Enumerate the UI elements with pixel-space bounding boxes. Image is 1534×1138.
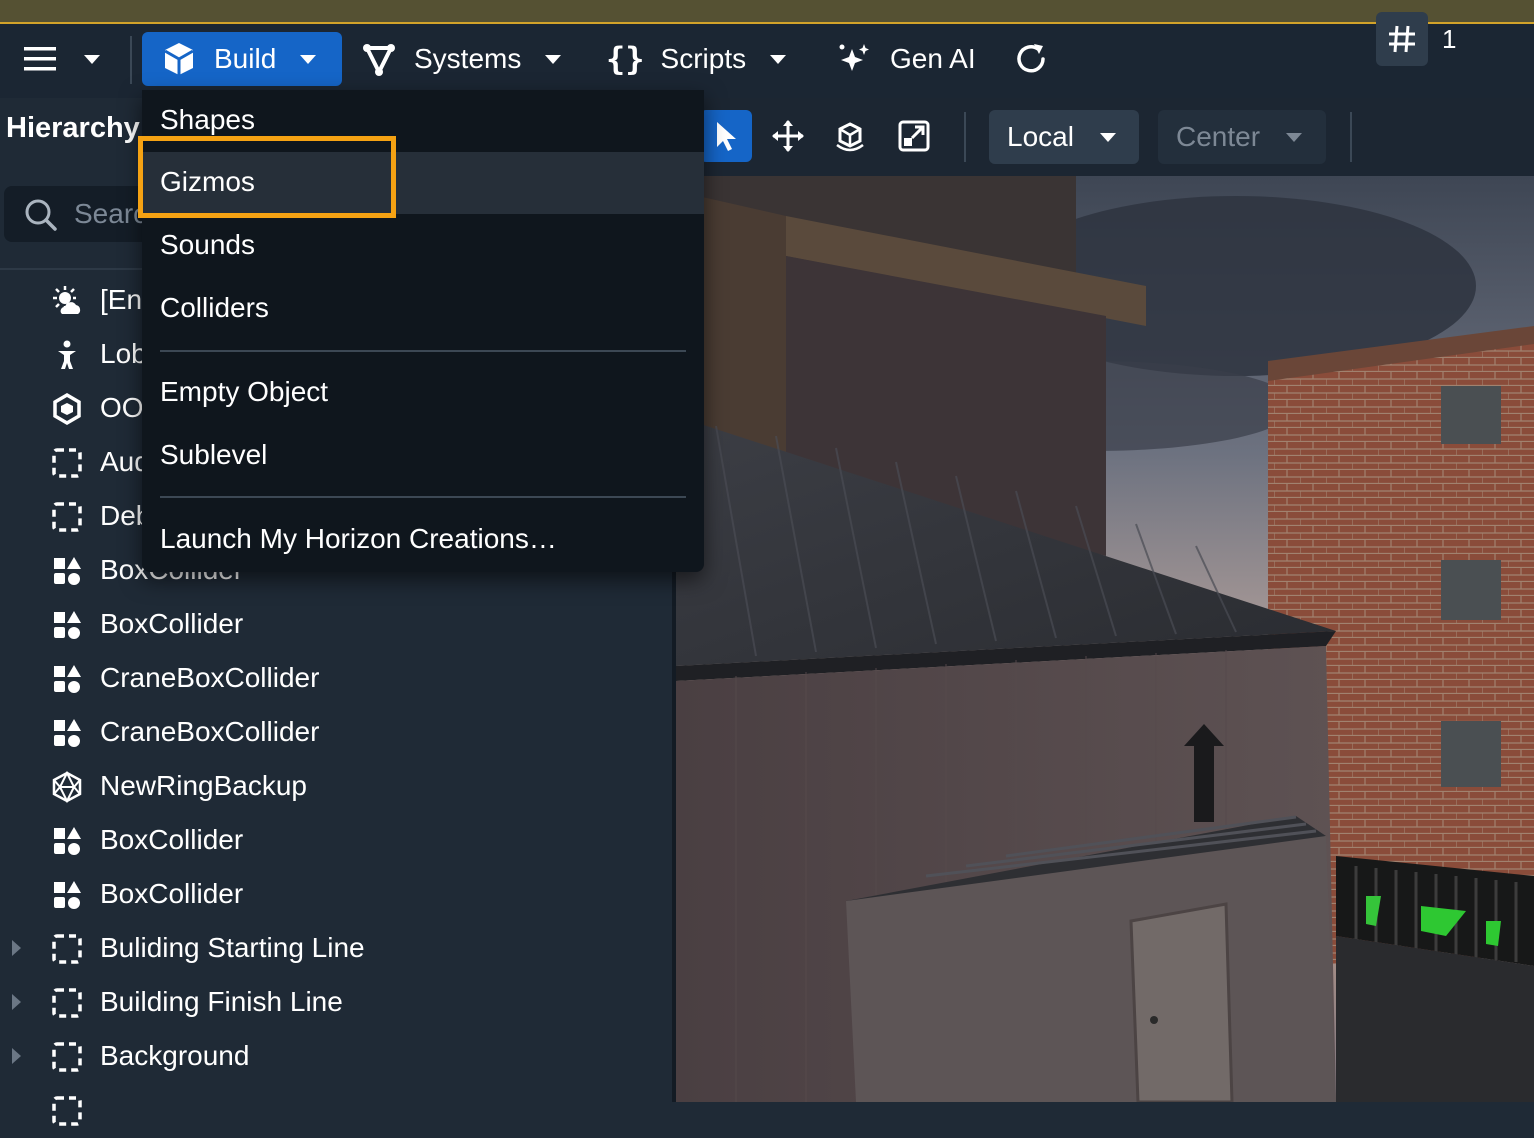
chevron-down-icon [1286, 132, 1303, 142]
menu-item-launch-creations[interactable]: Launch My Horizon Creations… [142, 509, 704, 571]
hierarchy-item[interactable]: BoxCollider [0, 868, 668, 922]
systems-menu-button[interactable]: Systems [362, 32, 562, 86]
menu-item-label: Shapes [160, 104, 255, 135]
hierarchy-item-label: Building Finish Line [100, 986, 343, 1017]
sun-cloud-icon [53, 286, 81, 314]
toolbar-separator [964, 112, 966, 162]
transform-space-dropdown[interactable]: Local [989, 110, 1139, 164]
shapes-icon [54, 881, 81, 909]
transform-space-value: Local [1007, 121, 1074, 152]
hierarchy-item[interactable]: Building Finish Line [0, 976, 668, 1030]
empty-object-icon [52, 502, 82, 532]
hierarchy-item[interactable]: BoxCollider [0, 814, 668, 868]
shapes-icon [54, 611, 81, 639]
cursor-arrow-icon [717, 122, 736, 151]
grid-snap-button[interactable] [1376, 12, 1428, 66]
systems-icon [363, 44, 395, 76]
empty-object-icon [52, 448, 82, 478]
menu-separator [160, 350, 686, 352]
grid-hash-icon [1389, 25, 1415, 53]
shapes-icon [54, 557, 81, 585]
sparkles-icon [839, 44, 869, 71]
pivot-value: Center [1176, 121, 1261, 152]
menubar-separator [130, 36, 132, 84]
hamburger-icon [24, 47, 56, 71]
empty-object-icon [52, 934, 82, 964]
hierarchy-item[interactable]: NewRingBackup [0, 760, 668, 814]
hierarchy-item-partial[interactable] [0, 1084, 668, 1138]
hex-gizmo-icon [53, 392, 81, 426]
rotate-tool-button[interactable] [824, 110, 876, 162]
grid-snap-value[interactable]: 1 [1442, 24, 1456, 55]
empty-object-icon [52, 1042, 82, 1072]
menu-item-label: Sublevel [160, 439, 268, 470]
hierarchy-item[interactable]: CraneBoxCollider [0, 652, 668, 706]
genai-menu-button[interactable]: Gen AI [836, 32, 976, 86]
window-top-strip [0, 0, 1534, 24]
shapes-icon [54, 827, 81, 855]
hierarchy-item-label: BoxCollider [100, 608, 244, 639]
hierarchy-item[interactable]: Background [0, 1030, 668, 1084]
scripts-menu-button[interactable]: {} Scripts [606, 32, 787, 86]
scene-render [676, 176, 1534, 1102]
hierarchy-item-label: Buliding Starting Line [100, 932, 365, 963]
chevron-down-icon [770, 54, 787, 64]
scripts-label: Scripts [660, 43, 747, 74]
hierarchy-item[interactable]: Buliding Starting Line [0, 922, 668, 976]
search-icon [25, 199, 57, 231]
menu-item-sounds[interactable]: Sounds [142, 215, 704, 277]
hierarchy-item-label: BoxCollider [100, 878, 244, 909]
scale-icon [898, 120, 930, 152]
menu-item-sublevel[interactable]: Sublevel [142, 425, 704, 487]
expand-arrow-icon[interactable] [12, 940, 21, 956]
expand-arrow-icon[interactable] [12, 1048, 21, 1064]
hierarchy-item-label: CraneBoxCollider [100, 662, 320, 693]
genai-label: Gen AI [890, 43, 976, 74]
scale-tool-button[interactable] [888, 110, 940, 162]
menu-separator [160, 496, 686, 498]
hierarchy-item-label: NewRingBackup [100, 770, 307, 801]
chevron-down-icon [84, 54, 100, 64]
menu-item-colliders[interactable]: Colliders [142, 278, 704, 340]
main-menu-button[interactable] [22, 32, 100, 86]
shapes-icon [54, 665, 81, 693]
panel-title: Hierarchy [6, 112, 140, 144]
shapes-icon [54, 719, 81, 747]
menu-item-label: Launch My Horizon Creations… [160, 523, 557, 554]
empty-object-icon [52, 1096, 82, 1126]
viewport-toolbar: Local Center [676, 98, 1534, 176]
hierarchy-item[interactable]: BoxCollider [0, 598, 668, 652]
hierarchy-item-label: Background [100, 1040, 250, 1071]
empty-object-icon [52, 988, 82, 1018]
scene-viewport[interactable] [676, 176, 1534, 1102]
main-menubar: Build Systems {} Scripts Gen AI [0, 24, 1534, 98]
build-menu-button[interactable]: Build [142, 32, 342, 86]
menu-item-label: Colliders [160, 292, 269, 323]
rotate-cube-icon [836, 122, 864, 152]
expand-arrow-icon[interactable] [12, 994, 21, 1010]
refresh-button[interactable] [1012, 32, 1050, 86]
menu-item-label: Empty Object [160, 376, 329, 407]
refresh-icon [1017, 44, 1045, 73]
systems-label: Systems [414, 43, 522, 74]
move-arrows-icon [772, 120, 804, 152]
move-tool-button[interactable] [762, 110, 814, 162]
polyhedron-icon [52, 770, 82, 804]
menu-item-label: Sounds [160, 229, 255, 260]
cube-icon [164, 43, 194, 75]
spawn-point-icon [58, 340, 76, 369]
hierarchy-item-label: BoxCollider [100, 824, 244, 855]
chevron-down-icon [545, 54, 562, 64]
chevron-down-icon [300, 54, 317, 64]
braces-icon: {} [606, 40, 645, 78]
build-label: Build [214, 43, 277, 74]
highlight-box [138, 136, 396, 218]
menu-item-empty-object[interactable]: Empty Object [142, 362, 704, 424]
toolbar-separator [1350, 112, 1352, 162]
hierarchy-item[interactable]: CraneBoxCollider [0, 706, 668, 760]
select-tool-button[interactable] [700, 110, 752, 162]
chevron-down-icon [1099, 132, 1116, 142]
hierarchy-item-label: CraneBoxCollider [100, 716, 320, 747]
pivot-dropdown[interactable]: Center [1158, 110, 1326, 164]
